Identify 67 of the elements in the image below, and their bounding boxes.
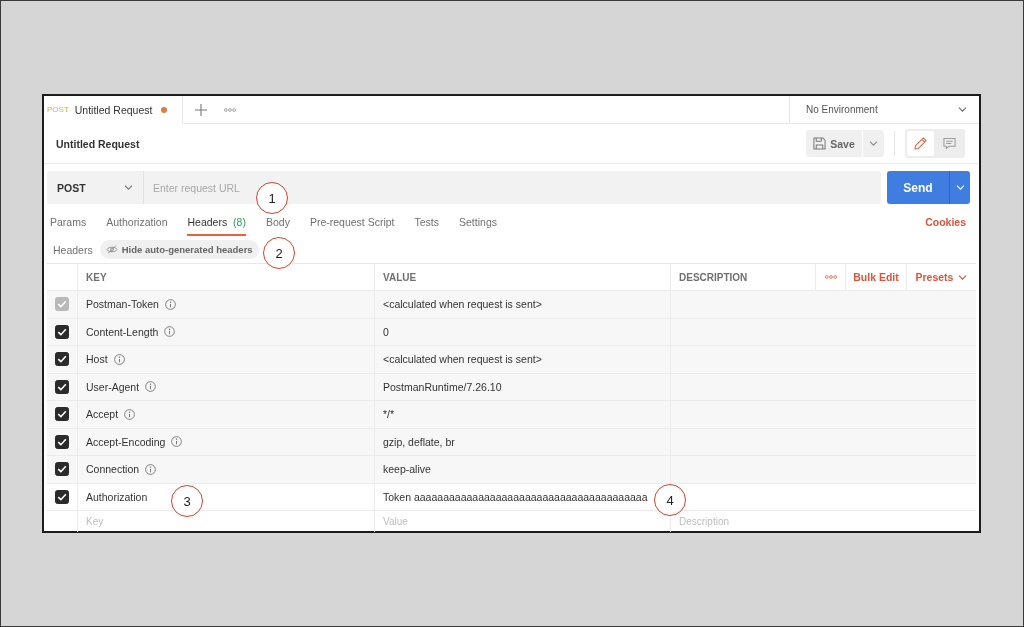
info-icon (124, 408, 136, 420)
send-options-button[interactable] (949, 171, 970, 204)
pencil-icon (914, 137, 927, 150)
method-select[interactable]: POST (47, 171, 143, 204)
info-icon (164, 326, 176, 338)
info-icon (145, 463, 157, 475)
header-value: */* (383, 408, 395, 421)
header-value: gzip, deflate, br (383, 435, 455, 448)
request-section-tab[interactable]: Settings (459, 216, 497, 236)
save-icon (813, 137, 827, 150)
checkbox[interactable] (55, 352, 69, 367)
chevron-down-icon (869, 141, 878, 146)
request-title: Untitled Request (56, 137, 140, 150)
header-key: User-Agent (86, 380, 140, 393)
send-button[interactable]: Send (887, 171, 949, 204)
header-key: Postman-Token (86, 298, 159, 311)
request-section-tab[interactable]: Pre-request Script (309, 216, 395, 236)
header-key: Content-Length (86, 325, 159, 338)
info-icon (164, 298, 176, 310)
bulk-edit-button[interactable]: Bulk Edit (853, 271, 899, 283)
header-value: PostmanRuntime/7.26.10 (383, 380, 502, 393)
column-header: KEY (86, 271, 107, 283)
header-value: keep-alive (383, 463, 431, 476)
checkbox[interactable] (55, 462, 69, 477)
info-icon (113, 353, 125, 365)
callout-number: 2 (263, 237, 295, 269)
header-key: Accept-Encoding (86, 435, 166, 448)
request-section-tab[interactable]: Body (265, 216, 290, 236)
request-section-tab[interactable]: Params (50, 216, 87, 236)
request-section-tab[interactable]: Tests (414, 216, 440, 236)
save-button[interactable]: Save (806, 130, 862, 157)
column-header: VALUE (383, 271, 417, 283)
header-key: Connection (86, 463, 140, 476)
headers-label: Headers (53, 243, 93, 256)
chevron-down-icon (124, 185, 133, 190)
presets-button[interactable]: Presets (915, 271, 968, 283)
column-header: DESCRIPTION (679, 271, 748, 283)
header-key: Accept (86, 408, 119, 421)
request-section-tab[interactable]: Headers (8) (187, 216, 246, 236)
header-value: <calculated when request is sent> (383, 298, 542, 311)
cookies-link[interactable]: Cookies (925, 216, 966, 236)
request-tab[interactable]: POST Untitled Request (44, 96, 183, 124)
edit-toggle-button[interactable] (907, 131, 934, 156)
more-icon[interactable] (824, 275, 837, 279)
chevron-down-icon (955, 185, 965, 190)
chevron-down-icon (958, 107, 967, 112)
environment-select[interactable]: No Environment (789, 96, 979, 124)
checkbox[interactable] (55, 434, 69, 449)
request-section-tab[interactable]: Authorization (106, 216, 168, 236)
header-key: Host (86, 353, 108, 366)
header-value: <calculated when request is sent> (383, 353, 542, 366)
save-options-button[interactable] (863, 130, 884, 157)
info-icon (145, 381, 157, 393)
header-value: 0 (383, 325, 389, 338)
checkbox[interactable] (55, 489, 69, 504)
plus-icon[interactable] (195, 103, 207, 116)
info-icon (171, 436, 183, 448)
header-value: Token aaaaaaaaaaaaaaaaaaaaaaaaaaaaaaaaaaaaaaaa (383, 490, 648, 503)
more-icon[interactable] (224, 107, 236, 112)
chevron-down-icon (958, 274, 968, 280)
eye-slash-icon (105, 245, 118, 254)
header-key: Authorization (86, 490, 148, 503)
hide-headers-button[interactable]: Hide auto-generated headers (99, 240, 259, 259)
checkbox[interactable] (55, 379, 69, 394)
checkbox[interactable] (55, 324, 69, 339)
checkbox[interactable] (55, 407, 69, 422)
comment-icon (943, 137, 956, 150)
